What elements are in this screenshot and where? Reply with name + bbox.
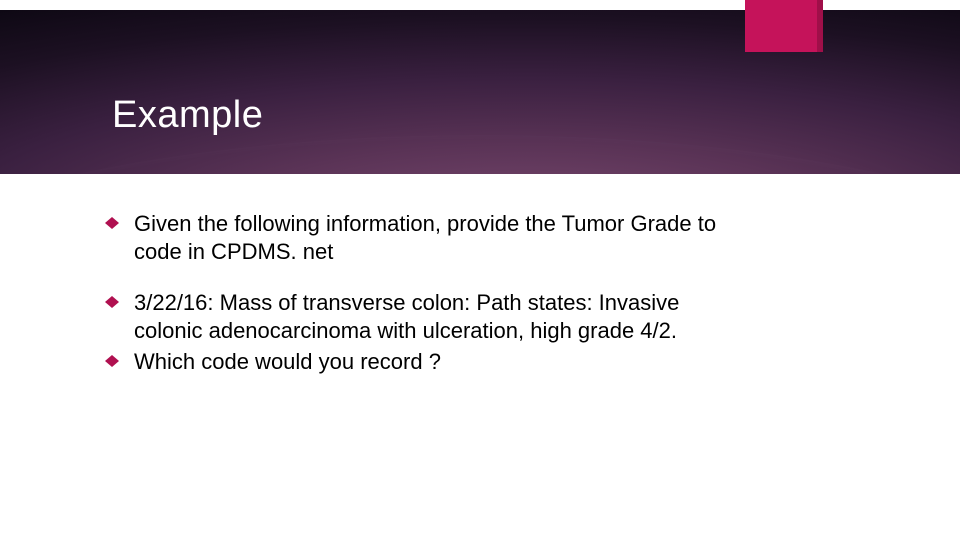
slide-title: Example [112,94,263,137]
bullet-text: 3/22/16: Mass of transverse colon: Path … [134,290,679,343]
bullet-text: Which code would you record ? [134,349,441,374]
bullet-item: Given the following information, provide… [112,210,722,265]
bullet-text: Given the following information, provide… [134,211,716,264]
bullet-item: 3/22/16: Mass of transverse colon: Path … [112,289,722,344]
slide: Example Given the following information,… [0,0,960,540]
accent-tab [745,0,823,52]
bullet-item: Which code would you record ? [112,348,722,376]
content-area: Given the following information, provide… [112,210,722,400]
